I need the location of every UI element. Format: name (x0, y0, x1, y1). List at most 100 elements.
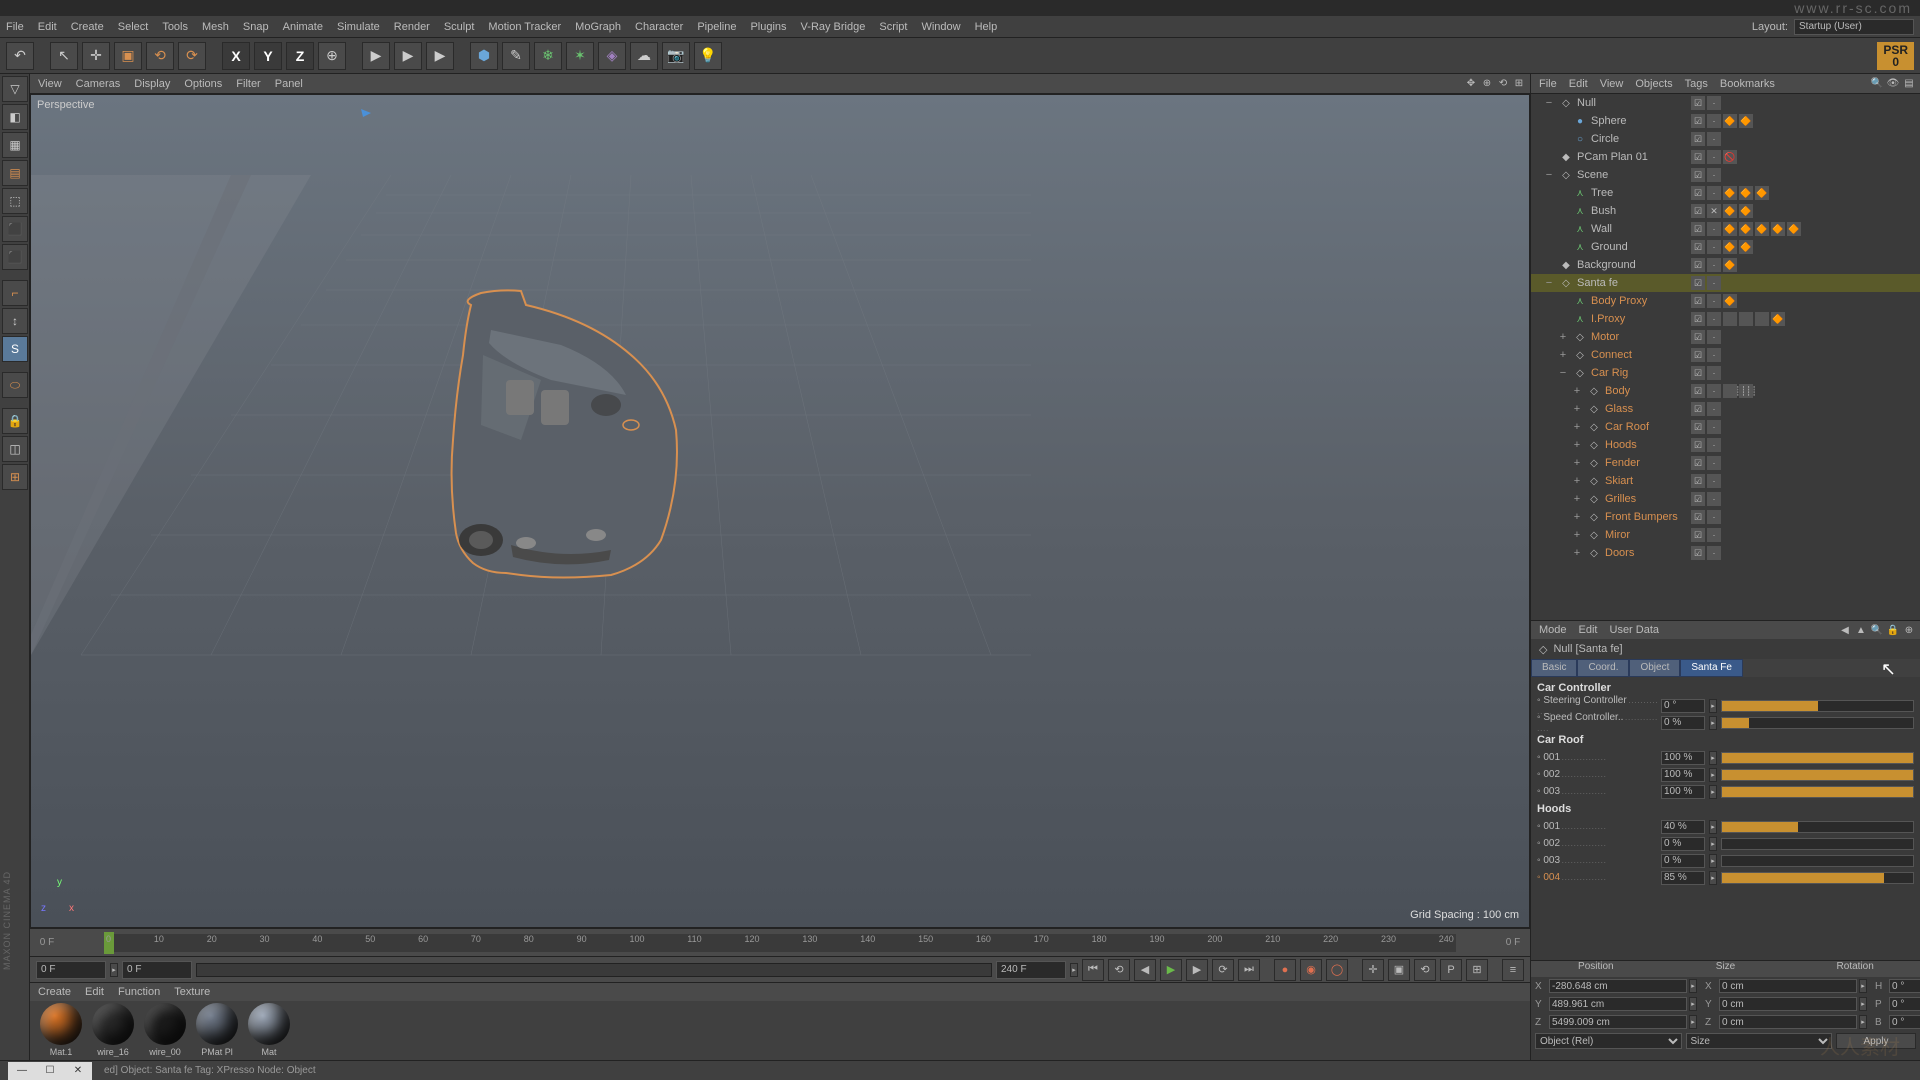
frame-start-input[interactable] (36, 961, 106, 979)
material-Mat[interactable]: Mat (244, 1003, 294, 1057)
undo-button[interactable]: ↶ (6, 42, 34, 70)
menu-edit[interactable]: Edit (38, 21, 57, 33)
workplane-mode[interactable]: ▤ (2, 160, 28, 186)
menu-snap[interactable]: Snap (243, 21, 269, 33)
anim-tool[interactable]: ⊞ (2, 464, 28, 490)
render-view[interactable]: ▶ (362, 42, 390, 70)
menu-character[interactable]: Character (635, 21, 683, 33)
vp-layout-icon[interactable]: ⊞ (1512, 77, 1526, 91)
menu-script[interactable]: Script (879, 21, 907, 33)
perspective-viewport[interactable]: Perspective (30, 94, 1530, 928)
prev-frame-button[interactable]: ◀ (1134, 959, 1156, 981)
frame-spin2[interactable]: ▸ (1070, 963, 1078, 977)
x-axis-lock[interactable]: X (222, 42, 250, 70)
object-tree[interactable]: −◇Null☑·●Sphere☑·🔶🔶○Circle☑·◆PCam Plan 0… (1531, 94, 1920, 620)
tree-item-skiart[interactable]: +◇Skiart☑· (1531, 472, 1920, 490)
vp-rotate-icon[interactable]: ⟲ (1496, 77, 1510, 91)
attrmenu-edit[interactable]: Edit (1579, 624, 1598, 636)
texture-mode[interactable]: ▦ (2, 132, 28, 158)
menu-v-ray-bridge[interactable]: V-Ray Bridge (801, 21, 866, 33)
vp-zoom-icon[interactable]: ⊕ (1480, 77, 1494, 91)
edge-mode[interactable]: ⬛ (2, 216, 28, 242)
tree-item-tree[interactable]: ⋏Tree☑·🔶🔶🔶 (1531, 184, 1920, 202)
apply-button[interactable]: Apply (1836, 1033, 1916, 1049)
layout-select[interactable] (1794, 19, 1914, 35)
tree-item-connect[interactable]: +◇Connect☑· (1531, 346, 1920, 364)
objmenu-tags[interactable]: Tags (1685, 78, 1708, 90)
matmenu-create[interactable]: Create (38, 986, 71, 998)
menu-create[interactable]: Create (71, 21, 104, 33)
menu-motion-tracker[interactable]: Motion Tracker (488, 21, 561, 33)
win-close-icon[interactable]: ✕ (64, 1062, 92, 1080)
tree-item-background[interactable]: ◆Background☑·🔶 (1531, 256, 1920, 274)
tab-basic[interactable]: Basic (1531, 659, 1577, 677)
attrmenu-mode[interactable]: Mode (1539, 624, 1567, 636)
objmenu-edit[interactable]: Edit (1569, 78, 1588, 90)
next-key-button[interactable]: ⟳ (1212, 959, 1234, 981)
menu-mograph[interactable]: MoGraph (575, 21, 621, 33)
tab-santafe[interactable]: Santa Fe (1680, 659, 1743, 677)
prev-key-button[interactable]: ⟲ (1108, 959, 1130, 981)
obj-search-icon[interactable]: 🔍 (1870, 77, 1884, 91)
make-editable[interactable]: ▽ (2, 76, 28, 102)
menu-file[interactable]: File (6, 21, 24, 33)
point-mode[interactable]: ⬚ (2, 188, 28, 214)
deformer-tool[interactable]: ◈ (598, 42, 626, 70)
tab-coord[interactable]: Coord. (1577, 659, 1629, 677)
win-max-icon[interactable]: ☐ (36, 1062, 64, 1080)
tree-item-hoods[interactable]: +◇Hoods☑· (1531, 436, 1920, 454)
last-tool[interactable]: ⟳ (178, 42, 206, 70)
nurbs-tool[interactable]: ❄ (534, 42, 562, 70)
goto-end-button[interactable]: ⏭ (1238, 959, 1260, 981)
tree-item-body-proxy[interactable]: ⋏Body Proxy☑·🔶 (1531, 292, 1920, 310)
matmenu-texture[interactable]: Texture (174, 986, 210, 998)
tree-item-motor[interactable]: +◇Motor☑· (1531, 328, 1920, 346)
tree-item-sphere[interactable]: ●Sphere☑·🔶🔶 (1531, 112, 1920, 130)
poly-mode[interactable]: ⬛ (2, 244, 28, 270)
tree-item-scene[interactable]: −◇Scene☑· (1531, 166, 1920, 184)
tree-item-car-roof[interactable]: +◇Car Roof☑· (1531, 418, 1920, 436)
snap-toggle[interactable]: S (2, 336, 28, 362)
model-mode[interactable]: ◧ (2, 104, 28, 130)
attr-up-icon[interactable]: ▲ (1854, 623, 1868, 637)
camera-tool[interactable]: 📷 (662, 42, 690, 70)
tree-item-body[interactable]: +◇Body☑·┊┊┊┊ (1531, 382, 1920, 400)
menu-help[interactable]: Help (975, 21, 998, 33)
rotate-tool[interactable]: ⟲ (146, 42, 174, 70)
tree-item-ground[interactable]: ⋏Ground☑·🔶🔶 (1531, 238, 1920, 256)
workplane-tool[interactable]: ⬭ (2, 372, 28, 398)
viewport-solo[interactable]: ◫ (2, 436, 28, 462)
attr-search-icon[interactable]: 🔍 (1870, 623, 1884, 637)
tree-item-front-bumpers[interactable]: +◇Front Bumpers☑· (1531, 508, 1920, 526)
axis-tool[interactable]: ⌐ (2, 280, 28, 306)
frame-end-input[interactable] (996, 961, 1066, 979)
matmenu-function[interactable]: Function (118, 986, 160, 998)
tree-item-fender[interactable]: +◇Fender☑· (1531, 454, 1920, 472)
keyframe-button[interactable]: ◯ (1326, 959, 1348, 981)
tree-item-santa-fe[interactable]: −◇Santa fe☑· (1531, 274, 1920, 292)
timeline-button[interactable]: ≡ (1502, 959, 1524, 981)
menu-animate[interactable]: Animate (283, 21, 323, 33)
objmenu-view[interactable]: View (1600, 78, 1624, 90)
vpmenu-cameras[interactable]: Cameras (76, 78, 121, 90)
menu-tools[interactable]: Tools (162, 21, 188, 33)
record-button[interactable]: ● (1274, 959, 1296, 981)
tree-item-i.proxy[interactable]: ⋏I.Proxy☑·🔶 (1531, 310, 1920, 328)
material-wire_16[interactable]: wire_16 (88, 1003, 138, 1057)
light-tool[interactable]: 💡 (694, 42, 722, 70)
frame-current-input[interactable] (122, 961, 192, 979)
menu-mesh[interactable]: Mesh (202, 21, 229, 33)
tree-item-grilles[interactable]: +◇Grilles☑· (1531, 490, 1920, 508)
key-pla-button[interactable]: ⊞ (1466, 959, 1488, 981)
vpmenu-options[interactable]: Options (184, 78, 222, 90)
autokey-button[interactable]: ◉ (1300, 959, 1322, 981)
matmenu-edit[interactable]: Edit (85, 986, 104, 998)
menu-select[interactable]: Select (118, 21, 149, 33)
attrmenu-user-data[interactable]: User Data (1610, 624, 1660, 636)
cube-primitive[interactable]: ⬢ (470, 42, 498, 70)
coord-mode-select[interactable]: Object (Rel) (1535, 1033, 1682, 1049)
tree-item-car-rig[interactable]: −◇Car Rig☑· (1531, 364, 1920, 382)
frame-spin[interactable]: ▸ (110, 963, 118, 977)
environment-tool[interactable]: ☁ (630, 42, 658, 70)
tree-item-glass[interactable]: +◇Glass☑· (1531, 400, 1920, 418)
